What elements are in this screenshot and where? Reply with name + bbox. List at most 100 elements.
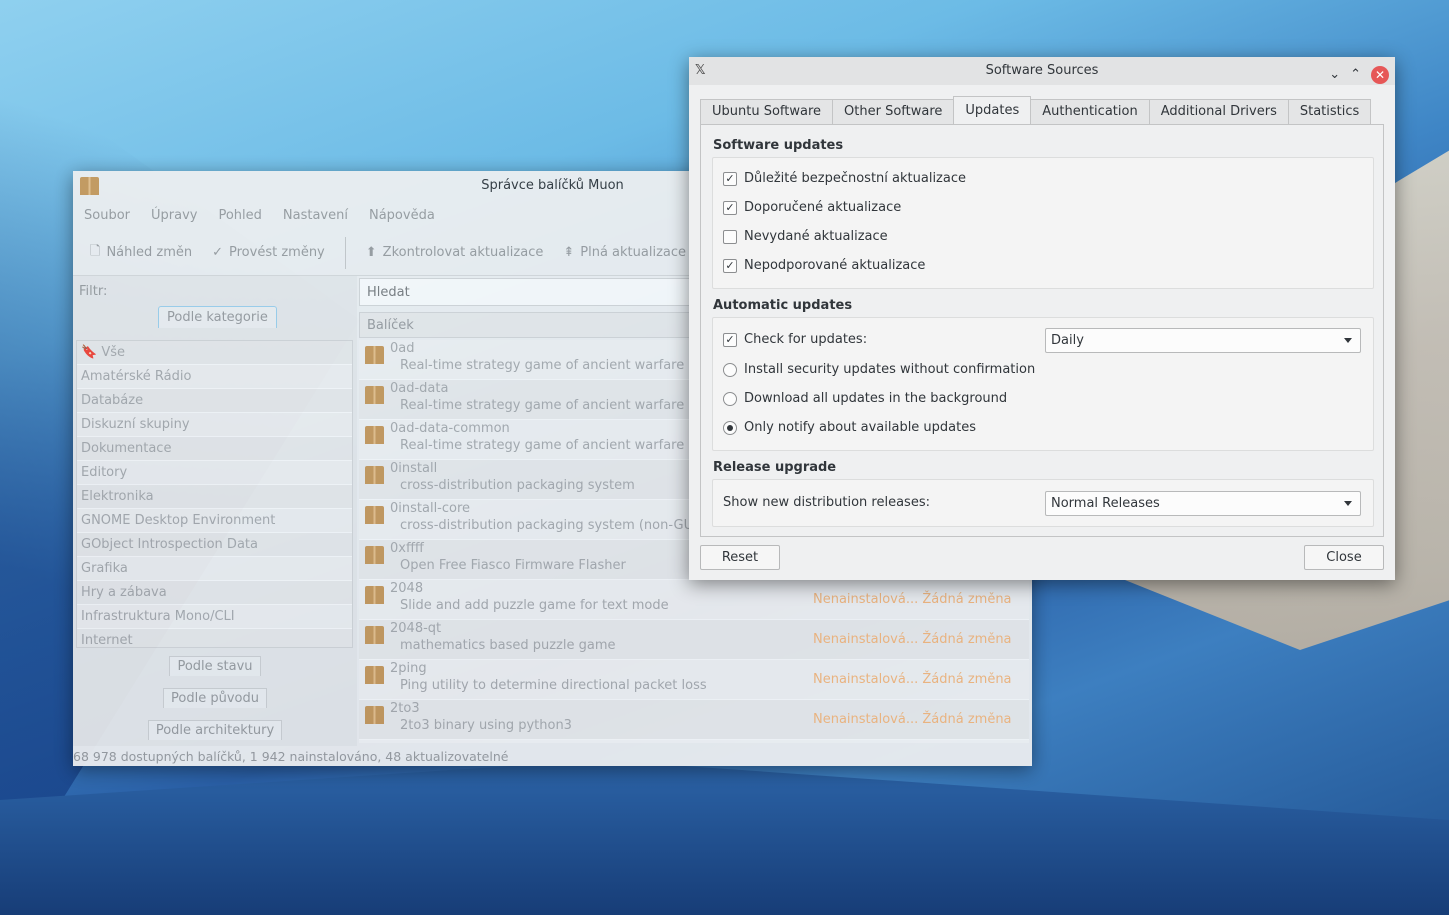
close-icon[interactable]: ✕: [1371, 66, 1389, 84]
category-item[interactable]: Dokumentace: [77, 437, 352, 461]
frequency-select[interactable]: Daily: [1045, 328, 1361, 353]
package-row[interactable]: 2ping Ping utility to determine directio…: [359, 660, 1029, 700]
category-item[interactable]: Internet: [77, 629, 352, 647]
tab-authentication[interactable]: Authentication: [1030, 99, 1150, 124]
package-description: cross-distribution packaging system: [400, 478, 635, 493]
package-description: Ping utility to determine directional pa…: [400, 678, 707, 693]
category-item[interactable]: GNOME Desktop Environment: [77, 509, 352, 533]
category-item[interactable]: GObject Introspection Data: [77, 533, 352, 557]
package-status: Nenainstalová... Žádná změna: [813, 672, 1012, 687]
automatic-updates-group: ✓ Check for updates: Daily Install securi…: [712, 317, 1374, 451]
tab-by-architecture[interactable]: Podle architektury: [147, 720, 283, 740]
radio[interactable]: [723, 420, 737, 435]
package-icon: [365, 346, 384, 364]
checkbox-unsupported[interactable]: ✓ Nepodporované aktualizace: [723, 258, 925, 273]
minimize-chevron-down-icon[interactable]: ⌄: [1329, 61, 1340, 89]
menu-napoveda[interactable]: Nápověda: [369, 208, 435, 223]
package-name: 0ad-data-common: [390, 421, 510, 436]
category-item[interactable]: Infrastruktura Mono/CLI: [77, 605, 352, 629]
update-arrow-icon: ⬆: [365, 245, 377, 260]
package-icon: [365, 706, 384, 724]
software-sources-dialog: 𝕏 Software Sources ⌄ ⌃ ✕ Ubuntu Software…: [689, 57, 1395, 580]
category-item[interactable]: Grafika: [77, 557, 352, 581]
radio[interactable]: [723, 391, 737, 406]
package-name: 2ping: [390, 661, 427, 676]
package-icon: [365, 506, 384, 524]
checkbox-unreleased[interactable]: Nevydané aktualizace: [723, 229, 888, 244]
section-heading: Software updates: [713, 138, 844, 153]
tab-ubuntu-software[interactable]: Ubuntu Software: [700, 99, 834, 124]
checkbox[interactable]: ✓: [723, 200, 737, 215]
package-description: Real-time strategy game of ancient warfa…: [400, 398, 715, 413]
full-upgrade-button[interactable]: ⇞ Plná aktualizace: [563, 245, 686, 260]
category-item[interactable]: Diskuzní skupiny: [77, 413, 352, 437]
radio-install-security[interactable]: Install security updates without confirm…: [723, 362, 1035, 377]
divider: [344, 236, 346, 269]
checkbox[interactable]: ✓: [723, 258, 737, 273]
chevron-down-icon: [1344, 338, 1352, 343]
reset-button[interactable]: Reset: [700, 545, 780, 570]
double-chevron-up-icon: ⇞: [563, 245, 575, 260]
dialog-titlebar: 𝕏 Software Sources ⌄ ⌃ ✕: [689, 57, 1395, 85]
package-icon: [365, 426, 384, 444]
package-icon: [365, 386, 384, 404]
check-updates-button[interactable]: ⬆ Zkontrolovat aktualizace: [366, 245, 544, 260]
preview-changes-button[interactable]: 🗋 Náhled změn: [90, 242, 192, 264]
tab-by-status[interactable]: Podle stavu: [169, 656, 261, 676]
package-row[interactable]: 2048 Slide and add puzzle game for text …: [359, 580, 1029, 620]
category-item[interactable]: Amatérské Rádio: [77, 365, 352, 389]
package-name: 2048: [390, 581, 424, 596]
package-description: mathematics based puzzle game: [400, 638, 616, 653]
checkbox[interactable]: [723, 229, 737, 244]
category-item[interactable]: Elektronika: [77, 485, 352, 509]
status-bar: 68 978 dostupných balíčků, 1 942 nainsta…: [73, 749, 509, 764]
package-name: 2048-qt: [390, 621, 442, 636]
tab-by-origin[interactable]: Podle původu: [163, 688, 267, 708]
label: Plná aktualizace: [580, 245, 687, 260]
app-x-icon: 𝕏: [695, 63, 706, 78]
radio-only-notify[interactable]: Only notify about available updates: [723, 420, 976, 435]
radio[interactable]: [723, 362, 737, 377]
package-name: 0install-core: [390, 501, 471, 516]
package-name: 0ad-data: [390, 381, 449, 396]
apply-changes-button[interactable]: ✓ Provést změny: [212, 245, 325, 260]
menu-nastaveni[interactable]: Nastavení: [283, 208, 348, 223]
checkbox-security[interactable]: ✓ Důležité bezpečnostní aktualizace: [723, 171, 966, 186]
package-icon: [365, 626, 384, 644]
dialog-title: Software Sources: [985, 63, 1099, 78]
filter-panel: Filtr: Podle kategorie 🔖 Vše Amatérské R…: [73, 276, 357, 746]
package-name: 0xffff: [390, 541, 424, 556]
package-status: Nenainstalová... Žádná změna: [813, 632, 1012, 647]
menu-pohled[interactable]: Pohled: [218, 208, 261, 223]
menu-soubor[interactable]: Soubor: [84, 208, 130, 223]
tab-statistics[interactable]: Statistics: [1287, 99, 1372, 124]
package-status: Nenainstalová... Žádná změna: [813, 712, 1012, 727]
radio-download-all[interactable]: Download all updates in the background: [723, 391, 1007, 406]
close-button[interactable]: Close: [1304, 545, 1384, 570]
release-select[interactable]: Normal Releases: [1045, 491, 1361, 516]
package-icon: [365, 586, 384, 604]
maximize-chevron-up-icon[interactable]: ⌃: [1350, 61, 1361, 89]
package-row[interactable]: 2to3 2to3 binary using python3 Nenainsta…: [359, 700, 1029, 740]
menu-upravy[interactable]: Úpravy: [151, 208, 197, 223]
package-description: cross-distribution packaging system (non…: [400, 518, 710, 533]
checkbox-check-updates[interactable]: ✓ Check for updates:: [723, 332, 867, 347]
label: Zkontrolovat aktualizace: [382, 245, 544, 260]
tab-additional-drivers[interactable]: Additional Drivers: [1148, 99, 1289, 124]
category-item[interactable]: 🔖 Vše: [77, 341, 352, 365]
package-description: 2to3 binary using python3: [400, 718, 572, 733]
checkbox[interactable]: ✓: [723, 171, 737, 186]
checkbox-recommended[interactable]: ✓ Doporučené aktualizace: [723, 200, 901, 215]
tab-updates[interactable]: Updates: [953, 96, 1032, 124]
tab-by-category[interactable]: Podle kategorie: [158, 306, 277, 328]
category-item[interactable]: Hry a zábava: [77, 581, 352, 605]
label: Provést změny: [229, 245, 325, 260]
wallpaper-shape: [0, 760, 1449, 915]
category-item[interactable]: Editory: [77, 461, 352, 485]
package-description: Real-time strategy game of ancient warfa…: [400, 358, 685, 373]
software-updates-group: ✓ Důležité bezpečnostní aktualizace ✓ Dopo…: [712, 157, 1374, 289]
tab-other-software[interactable]: Other Software: [832, 99, 955, 124]
checkbox[interactable]: ✓: [723, 332, 737, 347]
package-row[interactable]: 2048-qt mathematics based puzzle game Ne…: [359, 620, 1029, 660]
category-item[interactable]: Databáze: [77, 389, 352, 413]
